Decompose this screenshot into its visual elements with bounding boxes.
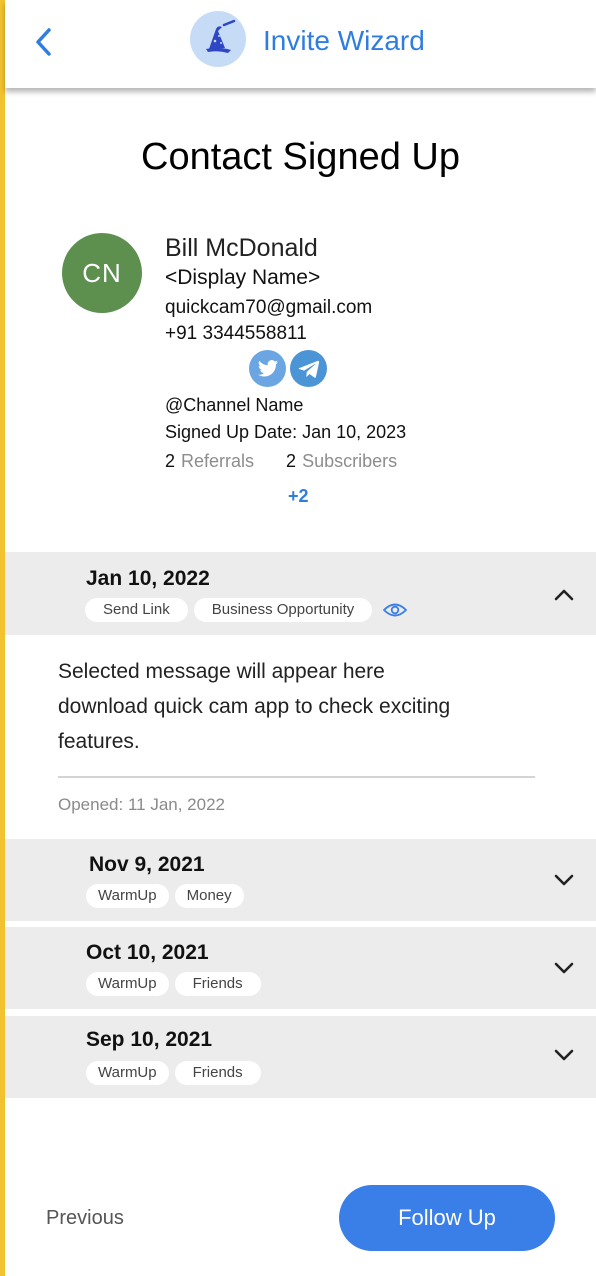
app-title: Invite Wizard xyxy=(263,25,425,56)
contact-phone: +91 3344558811 xyxy=(165,323,307,344)
message-date: Oct 10, 2021 xyxy=(86,941,209,964)
contact-email: quickcam70@gmail.com xyxy=(165,297,373,318)
app-header: Invite Wizard xyxy=(5,0,596,88)
back-button[interactable] xyxy=(27,24,59,60)
preview-button[interactable] xyxy=(382,598,408,622)
contact-info: Bill McDonald <Display Name> quickcam70@… xyxy=(165,232,406,506)
subscribers-label: Subscribers xyxy=(302,451,398,471)
expand-button[interactable] xyxy=(552,956,576,980)
contact-name: Bill McDonald xyxy=(165,234,318,262)
expand-button[interactable] xyxy=(552,868,576,892)
chevron-down-icon xyxy=(554,874,574,886)
subscribers-count: 2 xyxy=(286,451,297,471)
tag-chip[interactable]: Money xyxy=(174,884,244,908)
message-date: Sep 10, 2021 xyxy=(86,1028,213,1051)
tag-chip[interactable]: WarmUp xyxy=(86,972,169,996)
signed-up-date: Signed Up Date: Jan 10, 2023 xyxy=(165,422,407,442)
app-logo xyxy=(190,11,246,67)
chevron-left-icon xyxy=(36,28,51,56)
tag-chip[interactable]: Send Link xyxy=(85,598,188,622)
social-links xyxy=(249,350,327,387)
message-item-header[interactable]: Nov 9, 2021 WarmUp Money xyxy=(5,839,596,921)
message-date: Jan 10, 2022 xyxy=(86,567,210,590)
page-title: Contact Signed Up xyxy=(141,136,460,178)
referrals-label: Referrals xyxy=(181,451,255,471)
collapse-button[interactable] xyxy=(552,583,576,607)
message-item-header[interactable]: Sep 10, 2021 WarmUp Friends xyxy=(5,1016,596,1098)
wizard-hat-icon xyxy=(206,19,236,53)
message-tags: WarmUp Friends xyxy=(86,972,261,996)
chevron-up-icon xyxy=(554,589,574,601)
tag-chip[interactable]: WarmUp xyxy=(86,1061,169,1085)
eye-icon xyxy=(383,603,408,617)
follow-up-button[interactable]: Follow Up xyxy=(339,1185,555,1251)
telegram-button[interactable] xyxy=(290,350,327,387)
message-tags: WarmUp Friends xyxy=(86,1061,261,1085)
contact-stats: 2 Referrals 2 Subscribers xyxy=(165,451,397,472)
twitter-button[interactable] xyxy=(249,350,286,387)
tag-chip[interactable]: Business Opportunity xyxy=(193,598,373,622)
message-body: Selected message will appear here downlo… xyxy=(58,654,528,759)
previous-button[interactable]: Previous xyxy=(46,1204,124,1232)
message-item-header[interactable]: Oct 10, 2021 WarmUp Friends xyxy=(5,927,596,1009)
message-item-header[interactable]: Jan 10, 2022 Send Link Business Opportun… xyxy=(5,552,596,635)
telegram-icon xyxy=(298,360,319,378)
opened-date: Opened: 11 Jan, 2022 xyxy=(58,795,225,814)
twitter-icon xyxy=(257,359,278,377)
chevron-down-icon xyxy=(554,1049,574,1061)
more-button[interactable]: +2 xyxy=(288,486,309,507)
referrals-count: 2 xyxy=(165,451,176,471)
chevron-down-icon xyxy=(554,962,574,974)
contact-channel: @Channel Name xyxy=(165,395,304,415)
expand-button[interactable] xyxy=(552,1043,576,1067)
message-line: Selected message will appear here xyxy=(58,660,385,683)
divider xyxy=(58,776,535,778)
message-line: download quick cam app to check exciting xyxy=(58,695,451,718)
message-date: Nov 9, 2021 xyxy=(89,853,205,876)
tag-chip[interactable]: WarmUp xyxy=(86,884,169,908)
tag-chip[interactable]: Friends xyxy=(174,972,261,996)
message-line: features. xyxy=(58,730,140,753)
message-tags: Send Link Business Opportunity xyxy=(85,598,408,622)
contact-display-name: <Display Name> xyxy=(165,266,321,289)
message-tags: WarmUp Money xyxy=(86,884,244,908)
tag-chip[interactable]: Friends xyxy=(174,1061,261,1085)
avatar: CN xyxy=(62,233,142,313)
